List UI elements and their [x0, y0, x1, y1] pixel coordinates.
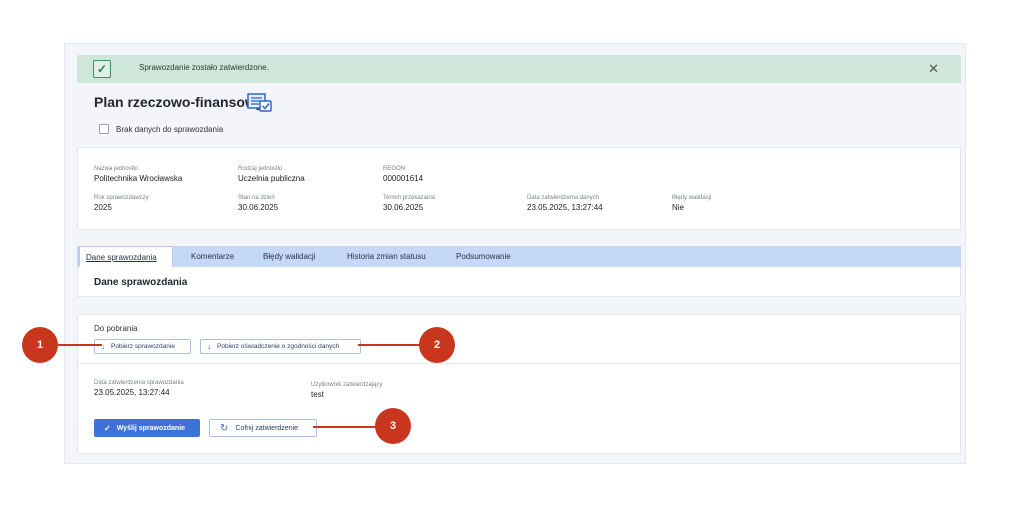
check-icon: ✓ [104, 423, 111, 433]
report-info-card: Nazwa jednostki Politechnika Wrocławska … [77, 147, 961, 230]
field-value: 23.05.2025, 13:27:44 [527, 203, 603, 212]
banner-message: Sprawozdanie zostało zatwierdzone. [139, 63, 269, 72]
field-label: Stan na dzień [238, 195, 275, 201]
section-title: Dane sprawozdania [94, 277, 188, 288]
field-label: Data zatwierdzenia sprawozdania [94, 380, 184, 386]
undo-icon: ↻ [220, 422, 229, 434]
field-value: 30.06.2025 [238, 203, 279, 212]
downloads-card: Do pobrania ↓ Pobierz sprawozdanie ↓ Pob… [77, 314, 961, 454]
callout-line [58, 344, 102, 346]
tab-report-data[interactable]: Dane sprawozdania [79, 246, 173, 267]
section-header: Dane sprawozdania [77, 267, 961, 297]
field-label: Błędy walidacji [672, 195, 712, 201]
tab-bar: Dane sprawozdania Komentarze Błędy walid… [77, 246, 961, 267]
downloads-caption: Do pobrania [94, 324, 138, 333]
check-icon: ✓ [93, 60, 111, 78]
app-frame: ✓ Sprawozdanie zostało zatwierdzone. ✕ P… [64, 43, 966, 464]
no-data-checkbox-row[interactable]: Brak danych do sprawozdania [99, 124, 223, 134]
field-value: test [311, 390, 324, 399]
field-regon: REGON 000001614 [383, 166, 423, 183]
field-value: 000001614 [383, 174, 424, 183]
field-value: 2025 [94, 203, 112, 212]
field-label: Użytkownik zatwierdzający [311, 382, 383, 388]
revert-approval-label: Cofnij zatwierdzenie [235, 424, 299, 432]
tab-status-history[interactable]: Historia zmian statusu [341, 246, 432, 267]
field-label: Rok sprawozdawczy [94, 195, 149, 201]
tab-summary[interactable]: Podsumowanie [450, 246, 517, 267]
field-label: Data zatwierdzenia danych [527, 195, 600, 201]
page-title: Plan rzeczowo-finansowy [94, 94, 264, 110]
field-deadline: Termin przekazania 30.06.2025 [383, 195, 435, 212]
no-data-label: Brak danych do sprawozdania [116, 124, 224, 134]
field-unit-type: Rodzaj jednostki Uczelnia publiczna [238, 166, 305, 183]
field-value: Nie [672, 203, 685, 212]
download-report-button[interactable]: ↓ Pobierz sprawozdanie [94, 339, 191, 354]
send-report-label: Wyślij sprawozdanie [116, 424, 186, 432]
arrow-down-icon: ↓ [207, 342, 211, 351]
approving-user: Użytkownik zatwierdzający test [311, 382, 382, 399]
field-approval-date: Data zatwierdzenia danych 23.05.2025, 13… [527, 195, 603, 212]
callout-badge: 3 [375, 408, 411, 444]
field-report-year: Rok sprawozdawczy 2025 [94, 195, 149, 212]
download-report-label: Pobierz sprawozdanie [111, 343, 175, 350]
tab-validation-errors[interactable]: Błędy walidacji [257, 246, 321, 267]
send-report-button[interactable]: ✓ Wyślij sprawozdanie [94, 419, 200, 437]
field-value: 23.05.2025, 13:27:44 [94, 388, 170, 397]
field-unit-name: Nazwa jednostki Politechnika Wrocławska [94, 166, 182, 183]
download-statement-button[interactable]: ↓ Pobierz oświadczenie o zgodności danyc… [200, 339, 361, 354]
field-value: Politechnika Wrocławska [94, 174, 183, 183]
field-label: Nazwa jednostki [94, 166, 138, 172]
no-data-checkbox[interactable] [99, 124, 109, 134]
field-value: Uczelnia publiczna [238, 174, 305, 183]
close-icon[interactable]: ✕ [928, 61, 939, 77]
divider [78, 363, 960, 364]
field-label: Termin przekazania [383, 195, 436, 201]
field-validation-errors: Błędy walidacji Nie [672, 195, 711, 212]
callout-badge: 2 [419, 327, 455, 363]
field-status-date: Stan na dzień 30.06.2025 [238, 195, 278, 212]
report-list-icon [247, 93, 272, 112]
revert-approval-button[interactable]: ↻ Cofnij zatwierdzenie [209, 419, 317, 437]
field-value: 30.06.2025 [383, 203, 424, 212]
field-label: REGON [383, 166, 406, 172]
callout-line [313, 426, 377, 428]
field-label: Rodzaj jednostki [238, 166, 283, 172]
tab-comments[interactable]: Komentarze [185, 246, 240, 267]
success-banner: ✓ Sprawozdanie zostało zatwierdzone. ✕ [77, 55, 961, 83]
callout-line [358, 344, 422, 346]
callout-badge: 1 [22, 327, 58, 363]
download-statement-label: Pobierz oświadczenie o zgodności danych [217, 343, 340, 350]
approval-date: Data zatwierdzenia sprawozdania 23.05.20… [94, 380, 184, 397]
